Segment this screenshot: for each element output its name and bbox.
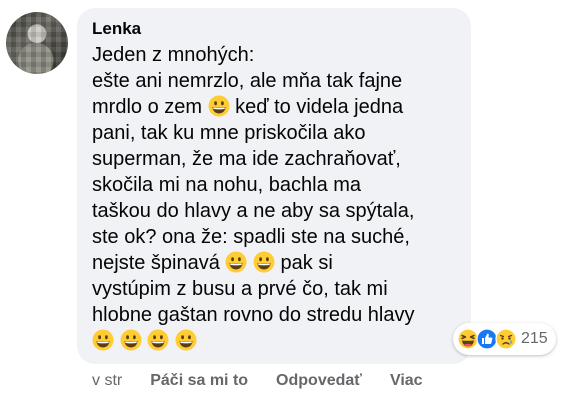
grinning-face-emoji <box>175 329 197 351</box>
comment-line: superman, že ma ide zachraňovať, <box>92 148 401 170</box>
comment-line: nejste špinavá <box>92 252 226 274</box>
grinning-face-emoji <box>225 251 247 273</box>
more-button[interactable]: Viac <box>390 372 423 390</box>
comment-line: pak si <box>274 252 333 274</box>
comment-line: vystúpim z busu a prvé čo, tak mi <box>92 278 388 300</box>
avatar[interactable] <box>6 12 68 74</box>
comment-thread: Lenka Jeden z mnohých: ešte ani nemrzlo,… <box>0 0 578 402</box>
comment-line: ste ok? ona že: spadli ste na suché, <box>92 226 410 248</box>
comment-author[interactable]: Lenka <box>92 18 457 40</box>
grinning-face-emoji <box>253 251 275 273</box>
comment-line: hlobne gaštan rovno do stredu hlavy <box>92 304 415 326</box>
grinning-face-emoji <box>120 329 142 351</box>
comment-timestamp[interactable]: v str <box>92 372 122 390</box>
avatar-pixelation <box>6 12 68 74</box>
comment-actions: v str Páči sa mi to Odpovedať Viac <box>92 372 451 390</box>
comment-line: skočila mi na nohu, bachla ma <box>92 174 362 196</box>
comment-line: taškou do hlavy a ne aby sa spýtala, <box>92 200 415 222</box>
comment-line: mrdlo o zem <box>92 96 208 118</box>
grinning-face-emoji <box>208 95 230 117</box>
like-button[interactable]: Páči sa mi to <box>150 372 248 390</box>
comment-line: Jeden z mnohých: <box>92 44 255 66</box>
reply-button[interactable]: Odpovedať <box>276 372 362 390</box>
grinning-face-emoji <box>92 329 114 351</box>
comment-line: keď to videla jedna <box>229 96 404 118</box>
reaction-count: 215 <box>521 330 548 347</box>
comment-line: pani, tak ku mne priskočila ako <box>92 122 366 144</box>
grinning-face-emoji <box>147 329 169 351</box>
comment-line: ešte ani nemrzlo, ale mňa tak fajne <box>92 70 403 92</box>
reactions-summary[interactable]: 215 <box>453 323 556 355</box>
comment-text: Jeden z mnohých: ešte ani nemrzlo, ale m… <box>92 42 457 354</box>
sad-crying-face-icon <box>495 328 517 350</box>
comment-bubble: Lenka Jeden z mnohých: ešte ani nemrzlo,… <box>77 8 471 364</box>
